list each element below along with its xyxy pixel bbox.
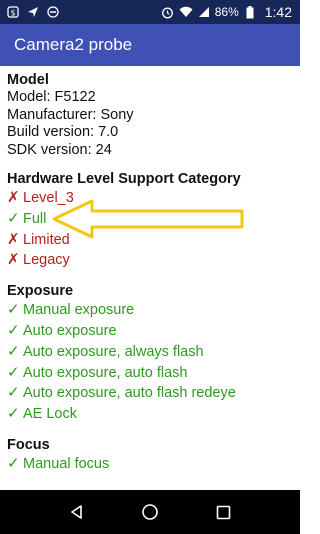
back-button[interactable] (57, 492, 97, 532)
navigation-bar (0, 490, 300, 534)
check-icon: ✓ (7, 405, 20, 423)
app-title: Camera2 probe (14, 35, 133, 54)
recents-button[interactable] (203, 492, 243, 532)
section-title: Focus (7, 436, 50, 453)
feature-label: Full (23, 210, 47, 227)
check-icon: ✓ (7, 321, 20, 339)
clock: 1:42 (264, 4, 292, 20)
cross-icon: ✗ (7, 251, 20, 269)
feature-item: ✓ Auto exposure, auto flash (7, 363, 293, 384)
battery-icon (243, 5, 257, 19)
feature-item: ✓ AE Lock (7, 404, 293, 425)
dollar-icon: $ (6, 5, 20, 19)
check-icon: ✓ (7, 454, 20, 472)
feature-item: ✗ Legacy (7, 250, 293, 271)
alarm-icon (161, 5, 175, 19)
feature-label: Auto exposure, auto flash redeye (23, 385, 236, 402)
send-icon (26, 5, 40, 19)
feature-item: ✓ Auto exposure (7, 321, 293, 342)
battery-percent: 86% (214, 5, 239, 19)
status-left-icons: $ (6, 5, 60, 19)
feature-label: AE Lock (23, 406, 77, 423)
feature-label: Manual focus (23, 455, 110, 472)
check-icon: ✓ (7, 363, 20, 381)
feature-item: ✓ Manual exposure (7, 300, 293, 321)
check-icon: ✓ (7, 384, 20, 402)
cross-icon: ✗ (7, 230, 20, 248)
focus-section: Focus ✓ Manual focus (7, 437, 293, 475)
check-icon: ✓ (7, 301, 20, 319)
signal-icon (197, 5, 211, 19)
no-sim-icon (46, 5, 60, 19)
app-bar: Camera2 probe (0, 24, 300, 66)
home-icon (142, 504, 158, 520)
sdk-version-line: SDK version: 24 (7, 141, 112, 158)
feature-item: ✓ Auto exposure, always flash (7, 342, 293, 363)
status-bar: $ 86% 1:42 (0, 0, 300, 24)
feature-label: Auto exposure, auto flash (23, 364, 188, 381)
section-title: Model (7, 72, 49, 88)
svg-text:$: $ (10, 8, 15, 17)
manufacturer-line: Manufacturer: Sony (7, 106, 134, 123)
section-title: Hardware Level Support Category (7, 171, 241, 187)
feature-label: Manual exposure (23, 302, 135, 319)
feature-label: Auto exposure, always flash (23, 343, 204, 360)
feature-item: ✓ Auto exposure, auto flash redeye (7, 383, 293, 404)
model-section: Model Model: F5122 Manufacturer: Sony Bu… (7, 72, 293, 159)
section-title: Exposure (7, 283, 74, 300)
back-icon (70, 505, 82, 519)
wifi-icon (179, 5, 193, 19)
model-line: Model: F5122 (7, 89, 96, 105)
recents-icon (216, 505, 231, 519)
cross-icon: ✗ (7, 189, 20, 206)
check-icon: ✓ (7, 342, 20, 360)
annotation-arrow (52, 199, 244, 239)
status-right-icons: 86% 1:42 (161, 4, 292, 20)
content-scroll-area[interactable]: Model Model: F5122 Manufacturer: Sony Bu… (0, 66, 300, 490)
check-icon: ✓ (7, 209, 20, 227)
build-version-line: Build version: 7.0 (7, 124, 119, 140)
feature-label: Auto exposure (23, 322, 117, 339)
home-button[interactable] (130, 492, 170, 532)
feature-label: Legacy (23, 252, 70, 269)
feature-item: ✓ Manual focus (7, 454, 293, 475)
exposure-section: Exposure ✓ Manual exposure ✓ Auto exposu… (7, 283, 293, 425)
